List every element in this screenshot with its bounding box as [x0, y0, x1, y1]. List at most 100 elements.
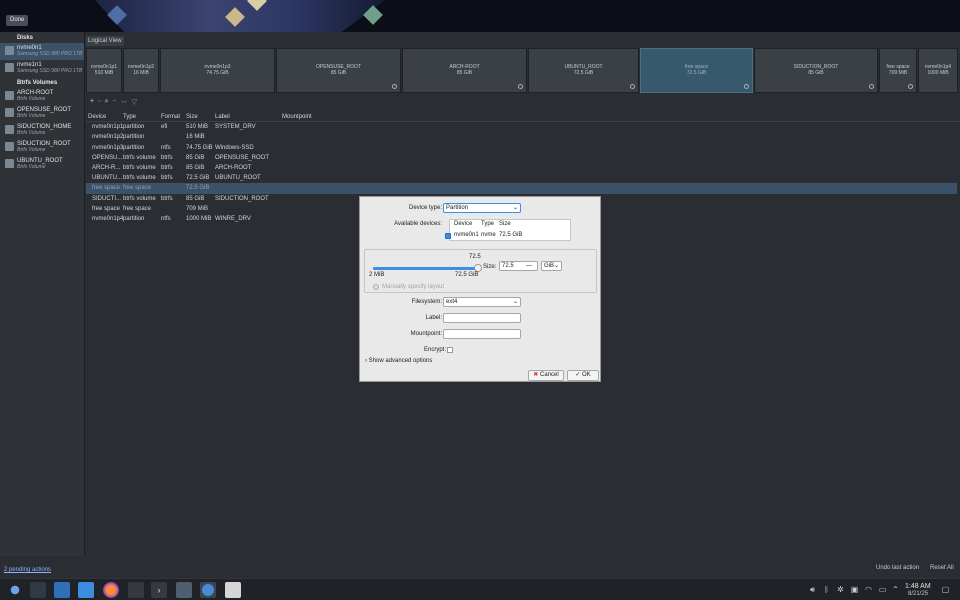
cancel-button[interactable]: ✖ Cancel: [528, 370, 564, 381]
tab-logical-view[interactable]: Logical View: [86, 36, 124, 46]
partition-manager-icon[interactable]: [200, 582, 216, 598]
bluetooth-icon[interactable]: ᛒ: [822, 585, 831, 594]
terminal-icon[interactable]: [128, 582, 144, 598]
battery-icon[interactable]: ▭: [878, 585, 887, 594]
sidebar: Disks nvme0n1 Samsung SSD 980 PRO 1TB nv…: [0, 32, 85, 556]
search-icon[interactable]: ⌕: [105, 98, 109, 108]
cell: nvme0n1p1: [92, 124, 123, 131]
mount-icon: [518, 84, 523, 89]
usb-icon[interactable]: ▣: [850, 585, 859, 594]
brightness-icon[interactable]: ✲: [836, 585, 845, 594]
cell: [282, 153, 382, 163]
file-manager-icon[interactable]: [78, 582, 94, 598]
partition-segment[interactable]: UBUNTU_ROOT 72.5 GiB: [528, 48, 639, 93]
resize-icon[interactable]: ↔: [121, 98, 128, 108]
sidebar-item-volume[interactable]: OPENSUSE_ROOT Btrfs Volume: [0, 105, 84, 122]
device-type-select[interactable]: Partition ⌄: [443, 203, 521, 213]
partition-segment[interactable]: OPENSUSE_ROOT 85 GiB: [276, 48, 401, 93]
col-size[interactable]: Size: [186, 112, 215, 121]
cell: ntfs: [161, 144, 171, 151]
sidebar-item-volume[interactable]: SIDUCTION_HOME Btrfs Volume: [0, 122, 84, 139]
volume-detail: Btrfs Volume: [17, 113, 46, 119]
undo-button[interactable]: Undo last action: [876, 565, 919, 571]
image-viewer-icon[interactable]: [176, 582, 192, 598]
sidebar-item-volume[interactable]: UBUNTU_ROOT Btrfs Volume: [0, 156, 84, 173]
filter-icon[interactable]: ▽: [132, 98, 137, 108]
add-icon[interactable]: +: [90, 98, 94, 108]
stepper-icon[interactable]: —: [526, 262, 532, 270]
encrypt-checkbox[interactable]: [447, 347, 453, 353]
col-mountpoint[interactable]: Mountpoint: [282, 112, 382, 121]
firefox-icon[interactable]: [103, 582, 119, 598]
table-row[interactable]: nvme0n1p3 partition ntfs 74.75 GiB Windows-S…: [86, 143, 960, 153]
partition-segment[interactable]: ARCH-ROOT 85 GiB: [402, 48, 527, 93]
clock-time[interactable]: 1:48 AM: [905, 583, 931, 590]
mount-icon: [869, 84, 874, 89]
size-min: 2 MiB: [369, 272, 385, 278]
partition-segment[interactable]: SIDUCTION_ROOT 85 GiB: [754, 48, 878, 93]
sidebar-item-volume[interactable]: SIDUCTION_ROOT Btrfs Volume: [0, 139, 84, 156]
table-row[interactable]: OPENSU... btrfs volume btrfs 85 GiB OPENSUSE…: [86, 153, 960, 163]
store-icon[interactable]: [54, 582, 70, 598]
task-manager-icon[interactable]: [30, 582, 46, 598]
advanced-options-toggle[interactable]: › Show advanced options: [365, 358, 432, 364]
table-row-selected[interactable]: free space free space 72.5 GiB: [86, 183, 957, 194]
done-button[interactable]: Done: [6, 15, 29, 26]
size-slider-track[interactable]: [373, 267, 479, 270]
col-label[interactable]: Label: [215, 112, 282, 121]
size-spinbox[interactable]: 72.5 —: [499, 261, 538, 271]
col-format[interactable]: Format: [161, 112, 186, 121]
volume-name: ARCH-ROOT: [17, 90, 54, 96]
device-checkbox[interactable]: [445, 233, 451, 239]
volume-icon[interactable]: 🔊︎: [808, 585, 817, 594]
manual-layout-radio[interactable]: [373, 284, 379, 290]
expand-tray-icon[interactable]: ⌃: [891, 585, 900, 594]
cell: partition: [123, 144, 145, 151]
label-input[interactable]: [443, 313, 521, 323]
table-row[interactable]: nvme0n1p2 partition 16 MiB: [86, 132, 960, 142]
cell: ARCH-R...: [92, 164, 121, 171]
partition-segment[interactable]: free space 709 MiB: [879, 48, 917, 93]
cell: [282, 183, 382, 193]
sidebar-item-disk-0[interactable]: nvme0n1 Samsung SSD 980 PRO 1TB: [0, 43, 84, 60]
partition-segment[interactable]: nvme0n1p1 510 MiB: [86, 48, 122, 93]
ok-button[interactable]: ✓ OK: [567, 370, 599, 381]
segment-size: 72.5 GiB: [686, 70, 707, 76]
table-row[interactable]: ARCH-R... btrfs volume btrfs 85 GiB ARCH-ROO…: [86, 163, 960, 173]
disk-detail: Samsung SSD 980 PRO 1TB: [17, 68, 83, 74]
pending-actions-link[interactable]: 2 pending actions: [4, 567, 51, 573]
konsole-icon[interactable]: ›: [151, 582, 167, 598]
wifi-icon[interactable]: ◠: [864, 585, 873, 594]
show-desktop-icon[interactable]: ▢: [941, 585, 950, 594]
reset-all-button[interactable]: Reset All: [930, 565, 954, 571]
mountpoint-input[interactable]: [443, 329, 521, 339]
partition-segment-free[interactable]: free space 72.5 GiB: [640, 48, 753, 93]
col-type[interactable]: Type: [123, 112, 161, 121]
cell: SIDUCTI...: [92, 195, 122, 202]
delete-icon[interactable]: −: [113, 98, 117, 108]
partition-segment[interactable]: nvme0n1p3 74.75 GiB: [160, 48, 275, 93]
cell: SIDUCTION_ROOT: [215, 195, 269, 202]
clock-date[interactable]: 8/21/25: [908, 591, 928, 597]
cell: btrfs: [161, 175, 173, 182]
size-unit-select[interactable]: GiB ⌄: [541, 261, 562, 271]
cell: SYSTEM_DRV: [215, 124, 256, 131]
text-editor-icon[interactable]: [225, 582, 241, 598]
cell: [161, 132, 186, 142]
col-device[interactable]: Device: [86, 112, 123, 121]
sidebar-item-volume[interactable]: ARCH-ROOT Btrfs Volume: [0, 88, 84, 105]
partition-segment[interactable]: nvme0n1p4 1000 MiB: [918, 48, 958, 93]
disk-icon: [5, 63, 14, 72]
partition-segment[interactable]: nvme0n1p2 16 MiB: [123, 48, 159, 93]
size-slider-handle[interactable]: [474, 264, 482, 272]
table-row[interactable]: UBUNTU... btrfs volume btrfs 72.5 GiB UBUNTU…: [86, 173, 960, 183]
filesystem-select[interactable]: ext4 ⌄: [443, 297, 521, 307]
cell: 1000 MiB: [186, 215, 212, 222]
edit-icon[interactable]: ▫: [98, 98, 100, 108]
size-max: 72.5 GiB: [455, 272, 479, 278]
segment-size: 510 MiB: [94, 70, 114, 76]
sidebar-item-disk-1[interactable]: nvme1n1 Samsung SSD 980 PRO 1TB: [0, 60, 84, 77]
app-launcher-icon[interactable]: [7, 582, 23, 598]
table-row[interactable]: nvme0n1p1 partition efi 510 MiB SYSTEM_DRV: [86, 122, 960, 132]
cell: free space: [92, 185, 121, 192]
